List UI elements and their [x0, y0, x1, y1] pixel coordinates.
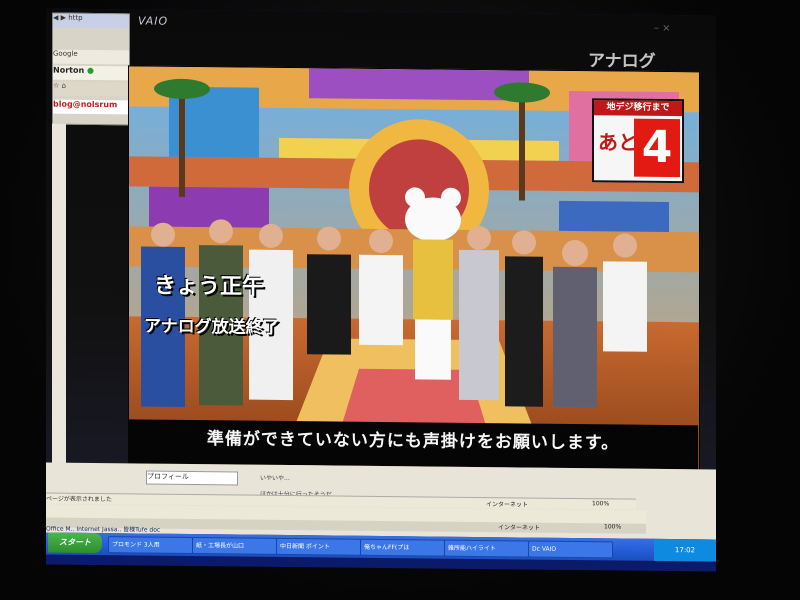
forward-icon[interactable]: ▶ — [61, 14, 66, 22]
google-label: Google — [53, 49, 78, 58]
vaio-logo: VAIO — [138, 14, 169, 28]
zoom-label-2[interactable]: 100% — [604, 523, 621, 530]
google-search-bar[interactable]: Google — [53, 49, 129, 65]
zone-label-2: インターネット — [498, 524, 541, 532]
taskbar-item-6[interactable]: Dc VAIO — [528, 540, 613, 559]
blog-label: blog@nolsrum — [53, 99, 118, 110]
system-tray-clock[interactable]: 17:02 — [654, 538, 716, 562]
taskbar-item-4[interactable]: 俺ちゃんFF(プは — [360, 538, 445, 557]
countdown-number: 4 — [634, 118, 680, 178]
check-icon: ● — [86, 65, 94, 75]
star-icon[interactable]: ☆ — [53, 82, 59, 90]
status-text: ページが表示されました — [46, 495, 112, 504]
norton-label: Norton — [53, 65, 85, 75]
browser-tools-bar[interactable]: ☆ ⌂ — [53, 81, 129, 97]
countdown-header: 地デジ移行まで — [594, 100, 682, 117]
browser-address-bar[interactable]: ◀ ▶ http — [53, 13, 129, 29]
monitor-screen: VAIO – × ◀ ▶ http Google Norton ● ☆ ⌂ bl… — [46, 8, 716, 572]
address-text: http — [68, 13, 83, 22]
browser-window[interactable]: ◀ ▶ http Google Norton ● ☆ ⌂ blog@nolsru… — [52, 12, 130, 126]
blog-link[interactable]: blog@nolsrum — [53, 99, 129, 115]
back-icon[interactable]: ◀ — [53, 14, 58, 22]
taskbar-item-2[interactable]: 紙・工場長が山口 — [192, 537, 277, 555]
taskbar-item-5[interactable]: 雑所能ハイライト — [444, 539, 529, 558]
window-controls[interactable]: – × — [654, 23, 671, 34]
taskbar-item-1[interactable]: プロモンド 3人用 — [108, 536, 193, 555]
taskbar-item-3[interactable]: 中日新聞 ポイント — [276, 537, 361, 556]
countdown-prefix: あと — [598, 130, 638, 155]
profile-tab[interactable]: プロフィール — [146, 470, 238, 486]
zoom-label-1[interactable]: 100% — [592, 500, 609, 507]
start-button[interactable]: スタート — [48, 532, 102, 554]
analog-corner-label: アナログ — [588, 51, 656, 72]
headline-line1: きょう正午 — [154, 273, 265, 300]
zone-label-1: インターネット — [486, 501, 529, 509]
countdown-badge: 地デジ移行まで あと 4 — [592, 98, 684, 184]
norton-toolbar[interactable]: Norton ● — [53, 65, 129, 81]
content-text-1: いやいや... — [260, 474, 290, 483]
browser-left-rail — [52, 123, 66, 494]
headline-line2: アナログ放送終了 — [144, 316, 280, 338]
home-icon[interactable]: ⌂ — [62, 82, 66, 90]
